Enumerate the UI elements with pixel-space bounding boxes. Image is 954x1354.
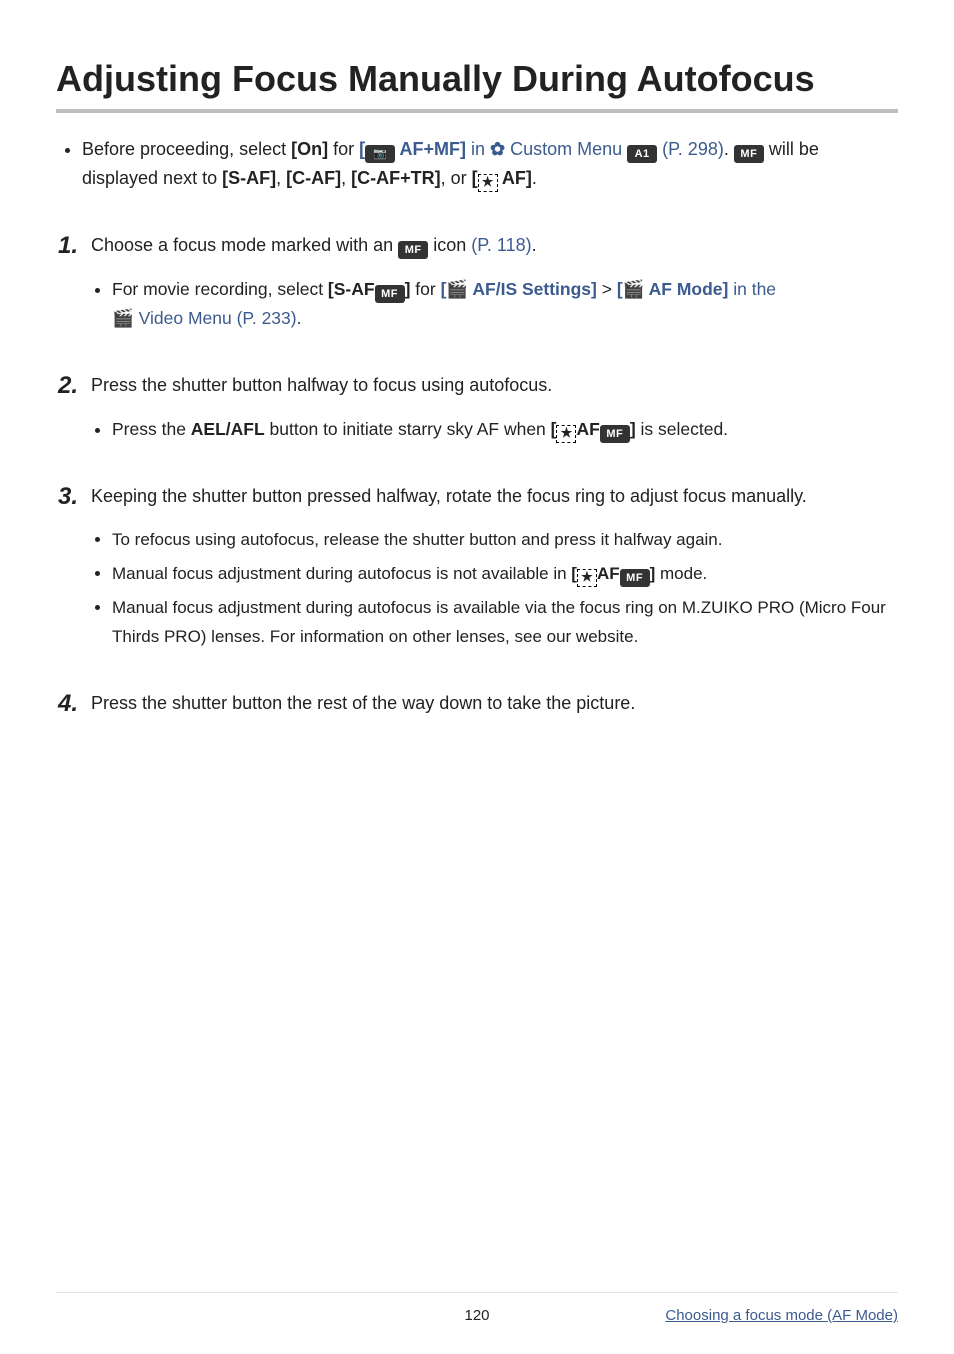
- lead-for: for: [328, 139, 359, 159]
- s1s-end: .: [297, 308, 302, 328]
- s3s2-pre: Manual focus adjustment during autofocus…: [112, 564, 571, 583]
- caftr-label: [C-AF+TR]: [351, 168, 440, 188]
- s1s-vm: Video Menu (P. 233): [134, 308, 297, 328]
- step-1-sub-item: For movie recording, select [S-AFMF] for…: [112, 275, 898, 333]
- sbl: AF]: [498, 168, 532, 188]
- step-4-text: Press the shutter button the rest of the…: [91, 693, 635, 713]
- gear-icon: ✿: [490, 139, 505, 159]
- saf-mf-label: [S-AFMF]: [328, 279, 410, 299]
- mf-icon: MF: [620, 569, 650, 587]
- step-number-4: 4: [58, 685, 86, 723]
- step-4: 4 Press the shutter button the rest of t…: [56, 685, 898, 723]
- step-1-sub: For movie recording, select [S-AFMF] for…: [56, 275, 898, 333]
- starry-af-mf-label: [AFMF]: [551, 419, 636, 439]
- s1s-safo: [S-AF: [328, 279, 375, 299]
- video-menu-link[interactable]: 🎬 Video Menu (P. 233): [112, 308, 297, 328]
- video-icon: 🎬: [623, 279, 645, 299]
- s1-end: .: [532, 235, 537, 255]
- s2s-af: AF: [576, 419, 599, 439]
- s1s-afisl: AF/IS Settings]: [468, 279, 597, 299]
- s3s2-post: mode.: [655, 564, 707, 583]
- step-3-sub: To refocus using autofocus, release the …: [56, 526, 898, 650]
- afmf-link[interactable]: [ AF+MF]: [359, 139, 466, 159]
- s1s-gt: >: [597, 279, 617, 299]
- step-1-text: Choose a focus mode marked with an MF ic…: [91, 235, 537, 255]
- steps-list: 1 Choose a focus mode marked with an MF …: [56, 227, 898, 723]
- step-number-1: 1: [58, 227, 86, 265]
- lead-after1: .: [724, 139, 734, 159]
- s1s-in: in the: [728, 279, 776, 299]
- lead-period: .: [532, 168, 537, 188]
- afis-settings-link[interactable]: [🎬 AF/IS Settings]: [441, 279, 597, 299]
- step-number-2: 2: [58, 367, 86, 405]
- s1s-for: for: [410, 279, 440, 299]
- page-ref-298: (P. 298): [657, 139, 724, 159]
- mf-icon: MF: [375, 285, 405, 303]
- afmf-label: AF+MF]: [395, 139, 466, 159]
- c1: ,: [276, 168, 286, 188]
- video-icon: 🎬: [446, 279, 468, 299]
- lead-on: [On]: [291, 139, 328, 159]
- s2s-pre: Press the: [112, 419, 191, 439]
- s1-pre: Choose a focus mode marked with an: [91, 235, 398, 255]
- camera-icon: [365, 145, 395, 163]
- step-2: 2 Press the shutter button halfway to fo…: [56, 367, 898, 444]
- c2: ,: [341, 168, 351, 188]
- s2s-mid: button to initiate starry sky AF when: [265, 419, 551, 439]
- s1s-pre: For movie recording, select: [112, 279, 328, 299]
- video-icon: 🎬: [112, 308, 134, 328]
- page-footer: 120 Choosing a focus mode (AF Mode): [56, 1292, 898, 1324]
- starry-icon: [556, 425, 576, 443]
- mf-icon: MF: [734, 145, 764, 163]
- step-number-3: 3: [58, 478, 86, 516]
- step-2-text: Press the shutter button halfway to focu…: [91, 375, 552, 395]
- page-heading: Adjusting Focus Manually During Autofocu…: [56, 56, 898, 113]
- mf-icon: MF: [600, 425, 630, 443]
- s1-post: icon: [428, 235, 471, 255]
- starry-af-mf-label: [AFMF]: [571, 564, 655, 583]
- step-2-sub: Press the AEL/AFL button to initiate sta…: [56, 415, 898, 444]
- ael-afl-label: AEL/AFL: [191, 419, 265, 439]
- lead-list: Before proceeding, select [On] for [ AF+…: [56, 135, 898, 193]
- starry-af-label: [ AF]: [472, 168, 532, 188]
- s3s2-af: AF: [597, 564, 620, 583]
- lead-text: Before proceeding, select: [82, 139, 291, 159]
- page-number: 120: [464, 1307, 489, 1324]
- step-3: 3 Keeping the shutter button pressed hal…: [56, 478, 898, 651]
- step-3-sub-item-1: To refocus using autofocus, release the …: [112, 526, 898, 554]
- lead-item: Before proceeding, select [On] for [ AF+…: [82, 135, 898, 193]
- custom-menu-link[interactable]: ✿ Custom Menu A1 (P. 298): [490, 139, 724, 159]
- s2s-post: is selected.: [636, 419, 728, 439]
- a1-icon: A1: [627, 145, 657, 163]
- s1s-afml: AF Mode]: [644, 279, 728, 299]
- step-1: 1 Choose a focus mode marked with an MF …: [56, 227, 898, 333]
- page-118-link[interactable]: (P. 118): [471, 235, 531, 255]
- lead-in: in: [466, 139, 490, 159]
- caf-label: [C-AF]: [286, 168, 341, 188]
- saf-label: [S-AF]: [222, 168, 276, 188]
- step-3-text: Keeping the shutter button pressed halfw…: [91, 486, 807, 506]
- af-mode-link[interactable]: [🎬 AF Mode]: [617, 279, 729, 299]
- mf-icon: MF: [398, 241, 428, 259]
- step-2-sub-item: Press the AEL/AFL button to initiate sta…: [112, 415, 898, 444]
- or-text: , or: [441, 168, 472, 188]
- custom-menu-text: Custom Menu: [505, 139, 627, 159]
- starry-icon: [478, 174, 498, 192]
- footer-breadcrumb-link[interactable]: Choosing a focus mode (AF Mode): [665, 1307, 898, 1324]
- step-3-sub-item-3: Manual focus adjustment during autofocus…: [112, 594, 898, 650]
- step-3-sub-item-2: Manual focus adjustment during autofocus…: [112, 560, 898, 588]
- starry-icon: [577, 569, 597, 587]
